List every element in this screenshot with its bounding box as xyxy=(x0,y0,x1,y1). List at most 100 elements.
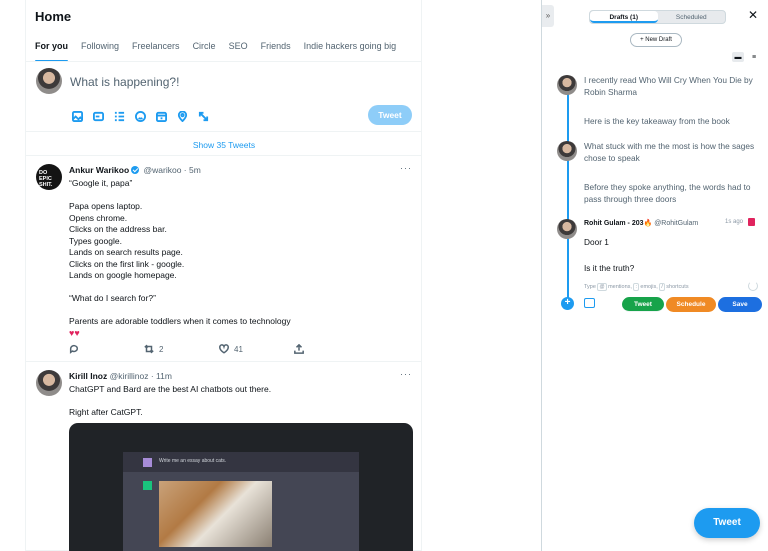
verified-icon xyxy=(131,166,140,174)
chat-prompt-row: Write me an essay about cats. xyxy=(123,452,359,472)
tweet-line xyxy=(69,305,291,317)
tweet-line: ChatGPT and Bard are the best AI chatbot… xyxy=(69,384,272,394)
like-count: 41 xyxy=(234,344,243,354)
reply-icon xyxy=(69,344,79,354)
tweet-line xyxy=(69,190,291,202)
hint-key: / xyxy=(659,283,665,291)
current-timestamp: 1s ago xyxy=(725,219,744,225)
editor-line[interactable]: Door 1 xyxy=(584,236,764,248)
list-view-icon[interactable]: ≡ xyxy=(748,52,760,62)
tweet-line: Right after CatGPT. xyxy=(69,407,143,417)
home-feed: Home For you Following Freelancers Circl… xyxy=(26,0,422,551)
tab-indie-hackers[interactable]: Indie hackers going big xyxy=(304,32,397,61)
reply-button[interactable] xyxy=(69,344,144,354)
thread-tweet[interactable]: Here is the key takeaway from the book xyxy=(584,115,764,127)
compose-toolbar xyxy=(70,109,210,123)
thread-tweet[interactable]: What stuck with me the most is how the s… xyxy=(584,140,764,164)
feed-tabs: For you Following Freelancers Circle SEO… xyxy=(26,32,421,62)
thread-avatar xyxy=(557,75,577,95)
hearts-emoji: ♥♥ xyxy=(69,327,80,338)
author-avatar[interactable] xyxy=(36,370,62,396)
more-icon[interactable]: ··· xyxy=(400,163,412,173)
tab-freelancers[interactable]: Freelancers xyxy=(132,32,180,61)
drafts-tabs: Drafts (1) Scheduled xyxy=(589,10,726,24)
tweet-text: “Google it, papa” Papa opens laptop. Ope… xyxy=(69,178,291,339)
current-author-handle: @RohitGulam xyxy=(654,220,699,227)
tweet-line: Clicks on the first link - google. xyxy=(69,258,185,269)
tab-seo[interactable]: SEO xyxy=(229,32,248,61)
tweet-line xyxy=(69,396,271,408)
author-avatar[interactable]: DO EPIC SHIT. xyxy=(36,164,62,190)
char-counter-ring xyxy=(748,281,758,291)
left-gutter xyxy=(0,0,26,551)
like-button[interactable]: 41 xyxy=(219,344,294,354)
show-more-tweets[interactable]: Show 35 Tweets xyxy=(26,132,421,156)
chat-prompt-text: Write me an essay about cats. xyxy=(159,458,227,464)
page-title: Home xyxy=(35,9,72,24)
editor-line[interactable]: Is it the truth? xyxy=(584,262,764,274)
tweet-line: “What do I search for?” xyxy=(69,293,156,303)
tab-scheduled[interactable]: Scheduled xyxy=(658,11,726,23)
save-button[interactable]: Save xyxy=(718,297,762,312)
tweet-header: Kirill Inoz @kirillinoz · 11m xyxy=(69,371,172,381)
panel-tweet-button[interactable]: Tweet xyxy=(622,297,664,312)
card-view-icon[interactable]: ▬ xyxy=(732,52,744,62)
hint-key: @ xyxy=(597,283,607,291)
poll-icon[interactable] xyxy=(112,109,126,123)
gif-icon[interactable] xyxy=(91,109,105,123)
share-icon xyxy=(294,344,304,354)
author-handle[interactable]: @warikoo · 5m xyxy=(144,165,201,175)
thread-avatar xyxy=(557,141,577,161)
compose-tweet-button[interactable]: Tweet xyxy=(368,105,412,125)
image-icon[interactable] xyxy=(70,109,84,123)
tweet-line: Types google. xyxy=(69,235,122,246)
author-name[interactable]: Ankur Warikoo xyxy=(69,165,129,175)
current-author-name: Rohit Gulam - 203🔥 xyxy=(584,220,653,227)
tab-for-you[interactable]: For you xyxy=(35,32,68,61)
tab-drafts[interactable]: Drafts (1) xyxy=(590,11,658,23)
compose-input[interactable]: What is happening?! xyxy=(70,75,179,89)
location-icon[interactable] xyxy=(175,109,189,123)
share-button[interactable] xyxy=(294,344,369,354)
tweet-text: ChatGPT and Bard are the best AI chatbot… xyxy=(69,384,271,419)
hint-text: shortcuts xyxy=(666,284,689,290)
collapse-panel-button[interactable]: » xyxy=(542,5,554,27)
retweet-icon xyxy=(144,344,154,354)
tweet-line: Lands on search results page. xyxy=(69,247,183,257)
tab-following[interactable]: Following xyxy=(81,32,119,61)
floating-tweet-button[interactable]: Tweet xyxy=(694,508,760,538)
hint-text: emojis, xyxy=(640,284,658,290)
thread-tweet[interactable]: I recently read Who Will Cry When You Di… xyxy=(584,74,764,98)
close-icon[interactable]: ✕ xyxy=(748,8,758,22)
tab-friends[interactable]: Friends xyxy=(261,32,291,61)
emoji-icon[interactable] xyxy=(133,109,147,123)
editor-hint: Type @ mentions, : emojis, / shortcuts xyxy=(584,283,689,291)
hint-text: Type xyxy=(584,284,596,290)
add-tweet-button[interactable]: + xyxy=(561,297,574,310)
hint-text: mentions, xyxy=(608,284,632,290)
author-handle[interactable]: @kirillinoz · 11m xyxy=(110,371,172,381)
trash-icon[interactable] xyxy=(748,218,755,226)
new-draft-button[interactable]: + New Draft xyxy=(630,33,682,47)
tweet-line: Clicks on the address bar. xyxy=(69,224,167,234)
user-avatar[interactable] xyxy=(36,68,62,94)
retweet-button[interactable]: 2 xyxy=(144,344,219,354)
more-icon[interactable]: ··· xyxy=(400,369,412,379)
tweet-image[interactable]: Write me an essay about cats. xyxy=(69,423,413,551)
expand-icon[interactable] xyxy=(196,109,210,123)
current-avatar xyxy=(557,219,577,239)
chat-response-row xyxy=(123,472,359,551)
heart-icon xyxy=(219,344,229,354)
tweet-line: Parents are adorable toddlers when it co… xyxy=(69,316,291,326)
tweet-line: Papa opens laptop. xyxy=(69,201,143,211)
tweet[interactable]: DO EPIC SHIT. Ankur Warikoo @warikoo · 5… xyxy=(26,156,421,362)
hint-key: : xyxy=(633,283,639,291)
tweet[interactable]: Kirill Inoz @kirillinoz · 11m ··· ChatGP… xyxy=(26,362,421,551)
add-image-icon[interactable] xyxy=(584,298,595,308)
author-name[interactable]: Kirill Inoz xyxy=(69,371,107,381)
schedule-button[interactable]: Schedule xyxy=(666,297,716,312)
thread-tweet[interactable]: Before they spoke anything, the words ha… xyxy=(584,181,764,205)
bot-icon xyxy=(143,481,152,490)
tab-circle[interactable]: Circle xyxy=(193,32,216,61)
schedule-icon[interactable] xyxy=(154,109,168,123)
